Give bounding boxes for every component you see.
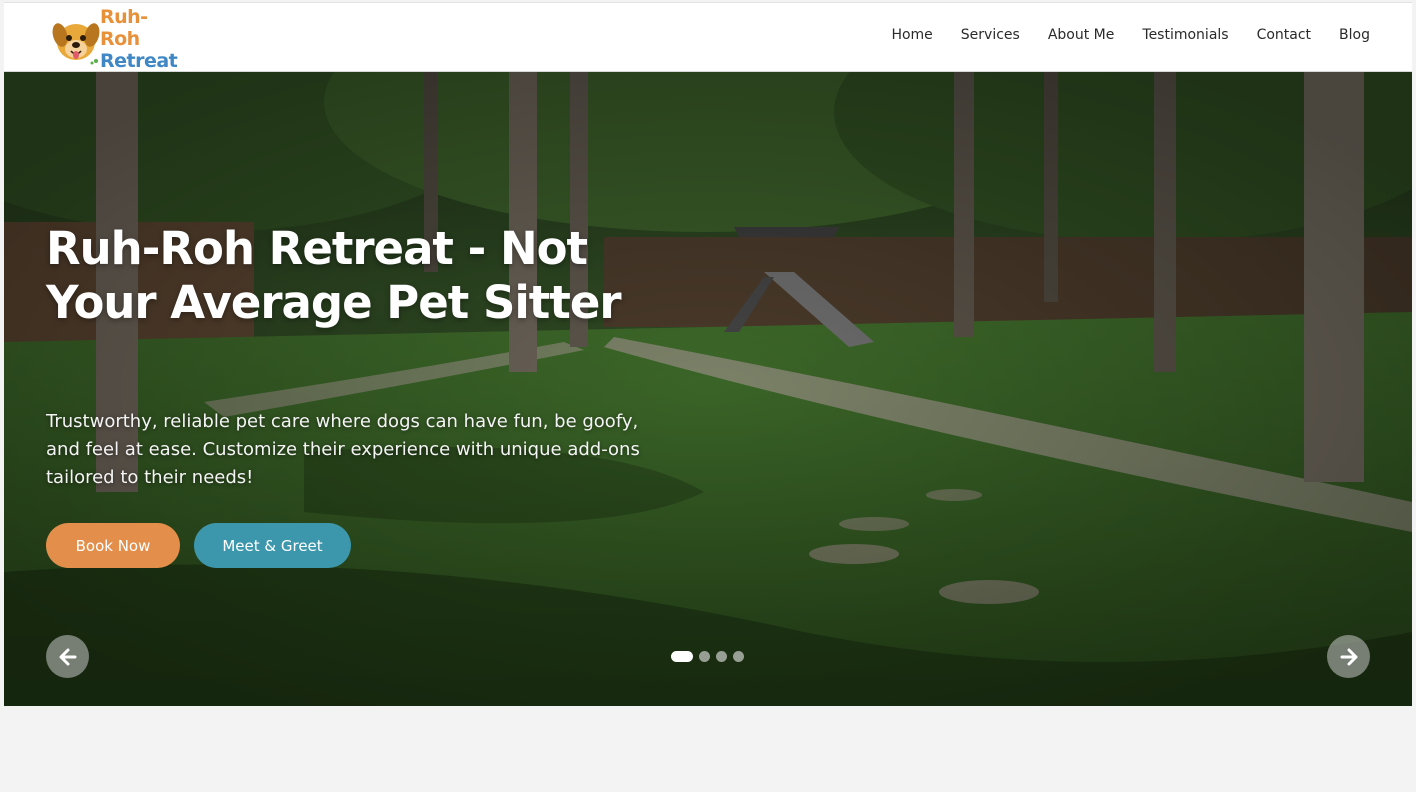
slider-dot-3[interactable] [716, 651, 727, 662]
dog-logo-icon [52, 13, 100, 65]
hero-title: Ruh-Roh Retreat - Not Your Average Pet S… [46, 222, 622, 329]
main-nav: Home Services About Me Testimonials Cont… [863, 27, 1370, 43]
slider-dots [671, 651, 744, 662]
logo-line-2: Retreat [100, 50, 178, 72]
meet-and-greet-button[interactable]: Meet & Greet [194, 523, 351, 568]
nav-blog[interactable]: Blog [1339, 27, 1370, 43]
next-section [4, 706, 1412, 792]
arrow-left-icon [59, 648, 76, 665]
slider-dot-1[interactable] [671, 651, 693, 662]
site-header: Ruh-Roh Retreat Home Services About Me T… [4, 2, 1412, 72]
hero-subtitle: Trustworthy, reliable pet care where dog… [46, 411, 640, 488]
logo-line-1: Ruh-Roh [100, 6, 148, 50]
nav-about-me[interactable]: About Me [1048, 27, 1115, 43]
logo-wordmark: Ruh-Roh Retreat [100, 6, 178, 72]
slider-prev-button[interactable] [46, 635, 89, 678]
slider-dot-4[interactable] [733, 651, 744, 662]
nav-home[interactable]: Home [891, 27, 932, 43]
slider-dot-2[interactable] [699, 651, 710, 662]
slider-next-button[interactable] [1327, 635, 1370, 678]
nav-services[interactable]: Services [961, 27, 1020, 43]
hero-slider: Ruh-Roh Retreat - Not Your Average Pet S… [4, 72, 1412, 706]
nav-contact[interactable]: Contact [1257, 27, 1311, 43]
nav-testimonials[interactable]: Testimonials [1142, 27, 1228, 43]
hero-background-image [4, 72, 1412, 706]
book-now-button[interactable]: Book Now [46, 523, 180, 568]
site-logo[interactable]: Ruh-Roh Retreat [52, 6, 178, 72]
arrow-right-icon [1340, 648, 1357, 665]
